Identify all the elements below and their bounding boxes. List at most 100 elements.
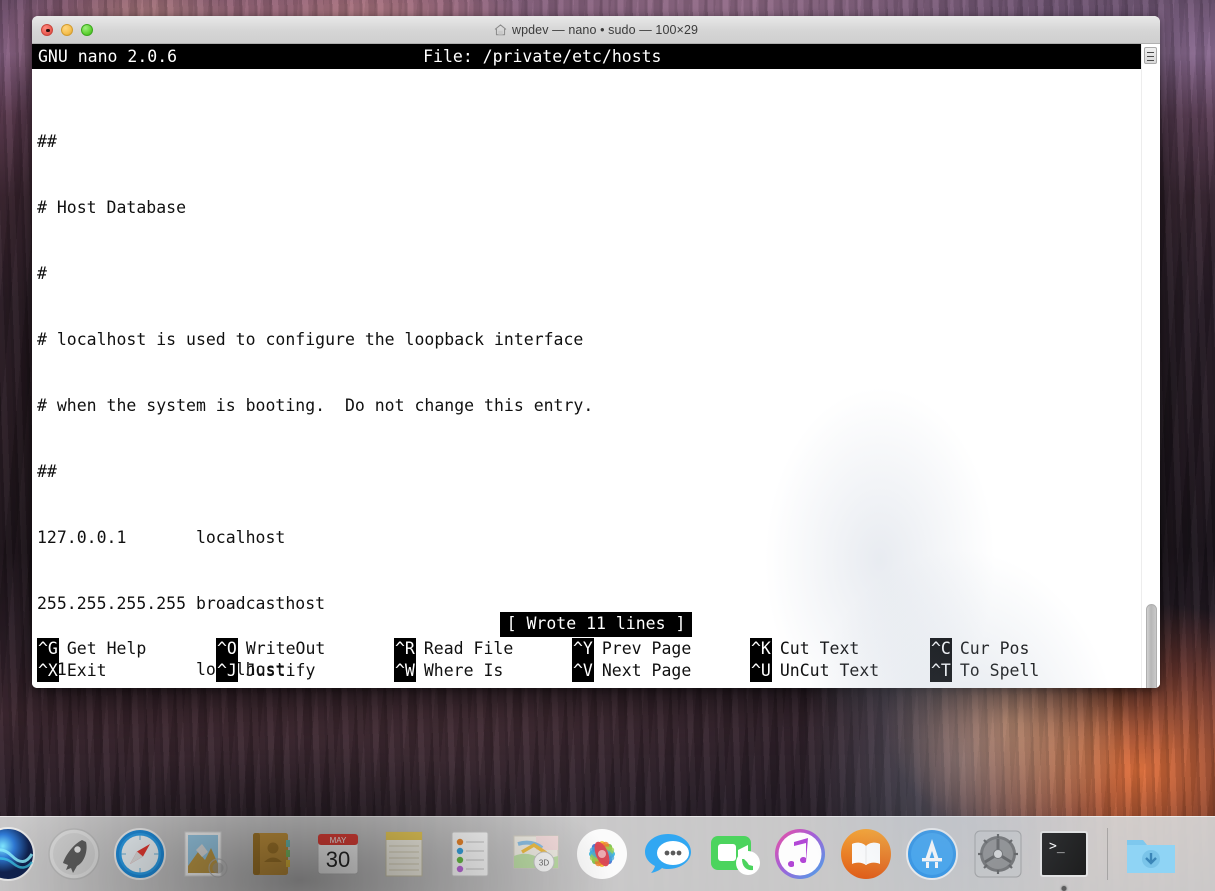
contacts-icon: [244, 826, 300, 882]
zoom-button[interactable]: [81, 24, 93, 36]
shortcut-label: Cur Pos: [952, 638, 1030, 660]
scrollbar-grip-icon[interactable]: [1144, 47, 1157, 64]
dock-item-maps[interactable]: 3D: [508, 826, 564, 882]
editor-line: #: [37, 263, 1160, 285]
dock-item-launchpad[interactable]: [46, 826, 102, 882]
dock-item-safari[interactable]: [112, 826, 168, 882]
shortcut-cut-text[interactable]: ^K Cut Text: [750, 638, 930, 660]
terminal-scrollbar[interactable]: [1141, 44, 1160, 688]
window-title: wpdev — nano • sudo — 100×29: [32, 23, 1160, 37]
app-running-indicator: [1062, 886, 1067, 891]
dock-item-system-preferences[interactable]: [970, 826, 1026, 882]
dock-item-contacts[interactable]: [244, 826, 300, 882]
dock-item-app-store[interactable]: [904, 826, 960, 882]
shortcut-label: Where Is: [416, 660, 503, 682]
terminal-body[interactable]: GNU nano 2.0.6 File: /private/etc/hosts #…: [32, 44, 1160, 688]
terminal-window[interactable]: wpdev — nano • sudo — 100×29 GNU nano 2.…: [32, 16, 1160, 688]
dock-item-notes[interactable]: [376, 826, 432, 882]
shortcut-key: ^V: [572, 660, 594, 682]
dock-item-mail[interactable]: [178, 826, 234, 882]
nano-status-line: [ Wrote 11 lines ]: [32, 612, 1160, 636]
dock-item-reminders[interactable]: [442, 826, 498, 882]
shortcut-key: ^X: [37, 660, 59, 682]
shortcut-label: To Spell: [952, 660, 1039, 682]
shortcut-key: ^O: [216, 638, 238, 660]
shortcut-row-1: ^G Get Help ^O WriteOut ^R Read File ^: [37, 638, 1160, 660]
shortcut-read-file[interactable]: ^R Read File: [394, 638, 572, 660]
facetime-icon: [706, 826, 762, 882]
maps-icon: 3D: [508, 826, 564, 882]
shortcut-label: WriteOut: [238, 638, 325, 660]
window-title-text: wpdev — nano • sudo — 100×29: [512, 23, 698, 37]
shortcut-to-spell[interactable]: ^T To Spell: [930, 660, 1100, 682]
dock-item-downloads[interactable]: [1123, 826, 1179, 882]
shortcut-write-out[interactable]: ^O WriteOut: [216, 638, 394, 660]
dock-item-facetime[interactable]: [706, 826, 762, 882]
shortcut-justify[interactable]: ^J Justify: [216, 660, 394, 682]
svg-text:3D: 3D: [539, 859, 549, 868]
dock-item-terminal[interactable]: >_: [1036, 826, 1092, 882]
shortcut-label: UnCut Text: [772, 660, 879, 682]
safari-icon: [112, 826, 168, 882]
app-store-icon: [904, 826, 960, 882]
desktop-wallpaper: wpdev — nano • sudo — 100×29 GNU nano 2.…: [0, 0, 1215, 891]
shortcut-key: ^J: [216, 660, 238, 682]
shortcut-label: Cut Text: [772, 638, 859, 660]
calendar-month-label: MAY: [330, 836, 347, 845]
shortcut-label: Get Help: [59, 638, 146, 660]
shortcut-key: ^U: [750, 660, 772, 682]
shortcut-key: ^G: [37, 638, 59, 660]
shortcut-where-is[interactable]: ^W Where Is: [394, 660, 572, 682]
nano-version-label: GNU nano 2.0.6: [38, 47, 177, 66]
photos-icon: [574, 826, 630, 882]
siri-icon: [0, 826, 36, 882]
dock-item-itunes[interactable]: [772, 826, 828, 882]
editor-line: # when the system is booting. Do not cha…: [37, 395, 1160, 417]
calendar-icon: MAY 30: [310, 826, 366, 882]
mail-icon: [178, 826, 234, 882]
itunes-icon: [772, 826, 828, 882]
nano-editor-text[interactable]: ## # Host Database # # localhost is used…: [32, 69, 1160, 688]
dock-item-photos[interactable]: [574, 826, 630, 882]
shortcut-label: Justify: [238, 660, 316, 682]
shortcut-key: ^R: [394, 638, 416, 660]
launchpad-icon: [46, 826, 102, 882]
shortcut-get-help[interactable]: ^G Get Help: [37, 638, 216, 660]
shortcut-key: ^Y: [572, 638, 594, 660]
editor-line: ##: [37, 131, 1160, 153]
shortcut-key: ^C: [930, 638, 952, 660]
notes-icon: [376, 826, 432, 882]
nano-file-label: File: /private/etc/hosts: [423, 47, 661, 66]
svg-text:>_: >_: [1049, 839, 1065, 854]
shortcut-cur-pos[interactable]: ^C Cur Pos: [930, 638, 1100, 660]
minimize-button[interactable]: [61, 24, 73, 36]
calendar-day-label: 30: [326, 847, 350, 872]
nano-header-bar: GNU nano 2.0.6 File: /private/etc/hosts: [32, 44, 1141, 69]
reminders-icon: [442, 826, 498, 882]
system-preferences-icon: [970, 826, 1026, 882]
shortcut-key: ^K: [750, 638, 772, 660]
ibooks-icon: [838, 826, 894, 882]
window-titlebar[interactable]: wpdev — nano • sudo — 100×29: [32, 16, 1160, 44]
dock-item-ibooks[interactable]: [838, 826, 894, 882]
shortcut-label: Exit: [59, 660, 107, 682]
close-button[interactable]: [41, 24, 53, 36]
shortcut-label: Prev Page: [594, 638, 691, 660]
dock-item-siri[interactable]: [0, 826, 36, 882]
shortcut-exit[interactable]: ^X Exit: [37, 660, 216, 682]
shortcut-next-page[interactable]: ^V Next Page: [572, 660, 750, 682]
scrollbar-thumb[interactable]: [1146, 604, 1157, 688]
shortcut-label: Next Page: [594, 660, 691, 682]
traffic-lights: [32, 24, 93, 36]
terminal-icon: >_: [1036, 826, 1092, 882]
dock-item-messages[interactable]: [640, 826, 696, 882]
nano-shortcut-bar: ^G Get Help ^O WriteOut ^R Read File ^: [32, 636, 1160, 688]
shortcut-key: ^T: [930, 660, 952, 682]
shortcut-key: ^W: [394, 660, 416, 682]
shortcut-uncut-text[interactable]: ^U UnCut Text: [750, 660, 930, 682]
home-icon: [494, 24, 507, 36]
shortcut-prev-page[interactable]: ^Y Prev Page: [572, 638, 750, 660]
dock-item-calendar[interactable]: MAY 30: [310, 826, 366, 882]
dock[interactable]: MAY 30: [0, 816, 1215, 891]
dock-separator: [1107, 828, 1108, 880]
